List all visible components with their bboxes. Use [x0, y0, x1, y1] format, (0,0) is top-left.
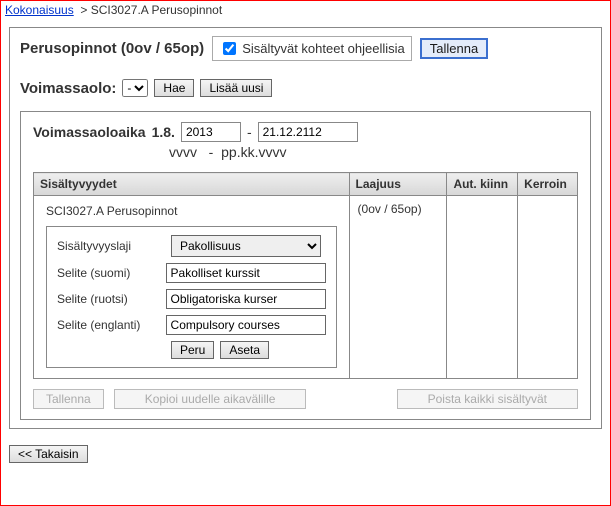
col-kerroin: Kerroin — [518, 173, 578, 196]
period-year-input[interactable] — [181, 122, 241, 142]
col-sisaltyvyydet: Sisältyvyydet — [34, 173, 350, 196]
col-laajuus: Laajuus — [349, 173, 447, 196]
label-selite-sv: Selite (ruotsi) — [57, 292, 160, 306]
poista-button: Poista kaikki sisältyvät — [397, 389, 578, 409]
inclusions-table: Sisältyvyydet Laajuus Aut. kiinn Kerroin… — [33, 172, 578, 379]
main-panel: Perusopinnot (0ov / 65op) Sisältyvät koh… — [9, 27, 602, 429]
input-selite-en[interactable] — [166, 315, 326, 335]
period-panel: Voimassaoloaika 1.8. - vvvv - pp.kk.vvvv… — [20, 111, 591, 420]
table-row: SCI3027.A Perusopinnot Sisältyvyyslaji P… — [34, 196, 578, 379]
ohjeellisia-checkbox-wrap[interactable]: Sisältyvät kohteet ohjeellisia — [212, 36, 412, 61]
save-button-top[interactable]: Tallenna — [420, 38, 488, 59]
select-laji[interactable]: Pakollisuus — [171, 235, 321, 257]
col-aut-kiinn: Aut. kiinn — [447, 173, 518, 196]
period-dash: - — [247, 124, 252, 140]
breadcrumb-root-link[interactable]: Kokonaisuus — [5, 3, 74, 17]
page-title: Perusopinnot (0ov / 65op) — [20, 40, 204, 57]
ohjeellisia-checkbox[interactable] — [223, 42, 236, 55]
kopioi-button: Kopioi uudelle aikavälille — [114, 389, 307, 409]
period-label: Voimassaoloaika — [33, 124, 146, 140]
lisaa-uusi-button[interactable]: Lisää uusi — [200, 79, 272, 97]
aseta-button[interactable]: Aseta — [220, 341, 269, 359]
inclusion-form: Sisältyvyyslaji Pakollisuus Selite (suom… — [46, 226, 337, 368]
voimassaolo-label: Voimassaolo: — [20, 80, 116, 97]
breadcrumb: Kokonaisuus > SCI3027.A Perusopinnot — [1, 1, 610, 19]
input-selite-fi[interactable] — [166, 263, 326, 283]
cell-aut-kiinn — [447, 196, 518, 379]
back-button[interactable]: << Takaisin — [9, 445, 88, 463]
label-laji: Sisältyvyyslaji — [57, 239, 165, 253]
breadcrumb-sep: > — [80, 3, 87, 17]
hint-dash: - — [209, 144, 214, 160]
period-prefix: 1.8. — [152, 124, 175, 140]
hint-date: pp.kk.vvvv — [221, 144, 286, 160]
cell-kerroin — [518, 196, 578, 379]
period-end-input[interactable] — [258, 122, 358, 142]
peru-button[interactable]: Peru — [171, 341, 214, 359]
row-title: SCI3027.A Perusopinnot — [42, 202, 341, 226]
cell-laajuus: (0ov / 65op) — [349, 196, 447, 379]
input-selite-sv[interactable] — [166, 289, 326, 309]
hint-year: vvvv — [169, 144, 197, 160]
label-selite-fi: Selite (suomi) — [57, 266, 160, 280]
label-selite-en: Selite (englanti) — [57, 318, 160, 332]
hae-button[interactable]: Hae — [154, 79, 194, 97]
tallenna-button-bottom: Tallenna — [33, 389, 104, 409]
breadcrumb-current: SCI3027.A Perusopinnot — [91, 3, 222, 17]
voimassaolo-select[interactable]: - — [122, 79, 148, 97]
ohjeellisia-label: Sisältyvät kohteet ohjeellisia — [242, 41, 405, 56]
